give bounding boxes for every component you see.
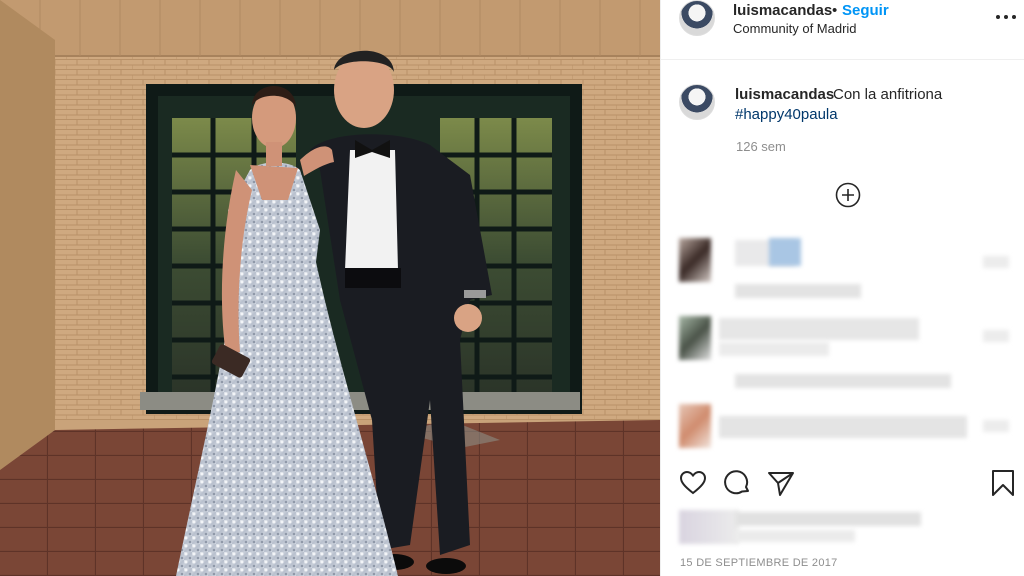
blurred-avatar [679,404,711,448]
bookmark-icon[interactable] [988,468,1018,498]
blurred-avatar [679,316,711,360]
comment-icon[interactable] [722,468,752,498]
blurred-like [983,330,1009,342]
blurred-comment [735,284,861,298]
blurred-comment [719,318,919,340]
avatar[interactable] [679,0,715,36]
caption-text: Con la anfitriona [833,86,943,103]
post-photo[interactable] [0,0,660,576]
caption-avatar[interactable] [679,84,715,120]
post-date: 15 DE SEPTIEMBRE DE 2017 [680,557,838,569]
plus-circle-icon[interactable] [835,182,861,208]
blurred-like [983,420,1009,432]
send-icon[interactable] [766,468,796,498]
blurred-like [983,256,1009,268]
header-username[interactable]: luismacandas [733,2,832,19]
post-actions [661,468,1024,504]
follow-button[interactable]: Seguir [842,2,889,19]
blurred-comment [735,374,951,388]
location-link[interactable]: Community of Madrid [733,21,857,36]
post-side-panel: luismacandas • Seguir Community of Madri… [660,0,1024,576]
header-separator: • [832,2,838,19]
more-horizontal-icon[interactable] [995,8,1017,24]
blurred-comment [719,342,829,356]
blurred-likes [735,512,921,526]
blurred-likes [735,530,855,542]
post-header: luismacandas • Seguir Community of Madri… [661,0,1024,60]
blurred-avatar [679,238,711,282]
blurred-likes [679,510,739,544]
caption-username[interactable]: luismacandas [735,86,834,103]
blurred-comment [769,238,801,266]
caption-timestamp: 126 sem [736,139,786,154]
photo-illustration [0,0,660,576]
caption-hashtag[interactable]: #happy40paula [735,106,838,123]
blurred-comment [719,416,967,438]
heart-icon[interactable] [678,468,708,498]
